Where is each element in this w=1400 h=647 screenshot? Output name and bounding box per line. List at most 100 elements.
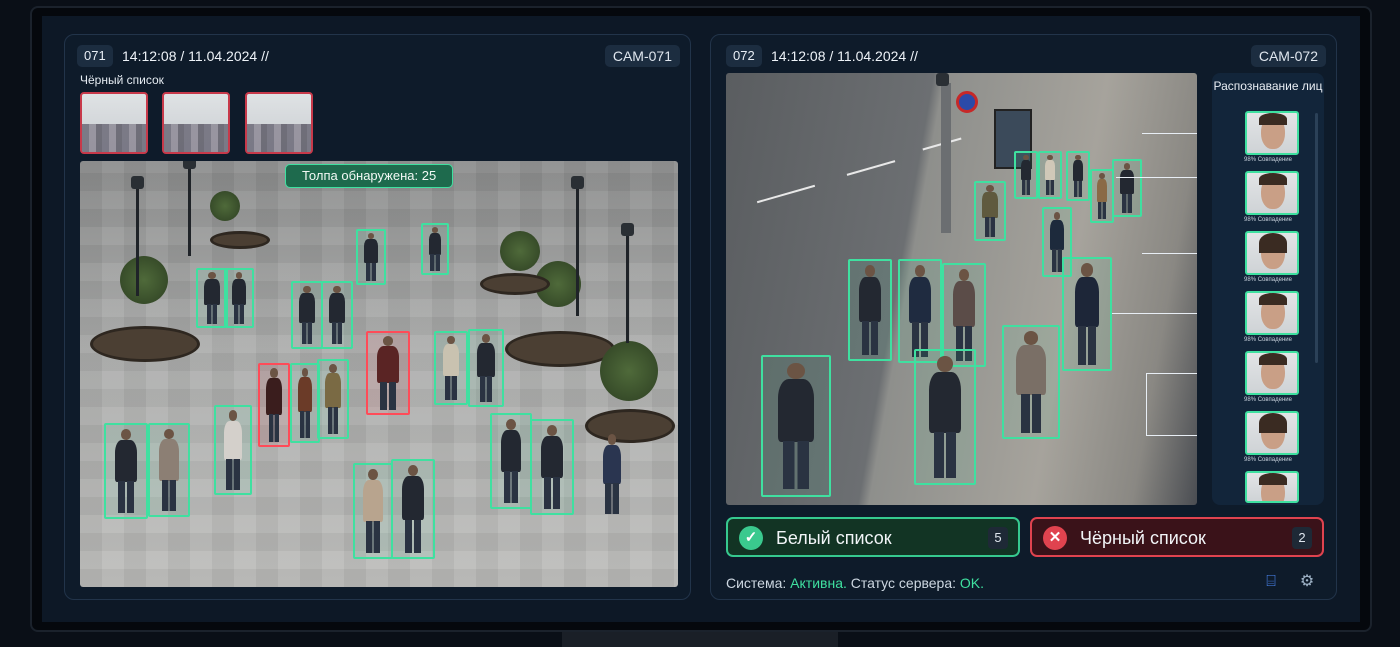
match-percent: 98% Совпадение bbox=[1244, 217, 1292, 223]
detection-box[interactable] bbox=[391, 459, 435, 559]
whitelist-button[interactable]: ✓ Белый список 5 bbox=[726, 517, 1020, 557]
server-value: OK. bbox=[959, 575, 985, 591]
matched-face-5[interactable] bbox=[1245, 351, 1299, 395]
lamppost bbox=[183, 161, 196, 256]
detection-box[interactable] bbox=[356, 229, 386, 285]
matched-face-4[interactable] bbox=[1245, 291, 1299, 335]
detection-box[interactable] bbox=[353, 463, 393, 559]
tree bbox=[600, 341, 658, 401]
face-recognition-panel: Распознавание лиц 98% Совпадение 98% Сов… bbox=[1212, 73, 1324, 505]
road-marking bbox=[846, 160, 896, 176]
bench bbox=[480, 273, 550, 295]
alert-detection-box[interactable] bbox=[258, 363, 290, 447]
detection-box[interactable] bbox=[1112, 159, 1142, 217]
lamppost bbox=[571, 176, 584, 316]
check-icon: ✓ bbox=[739, 526, 763, 550]
untracked-pedestrian bbox=[595, 431, 629, 517]
whitelist-count: 5 bbox=[988, 527, 1008, 549]
alert-detection-box[interactable] bbox=[366, 331, 410, 415]
cam-id-badge: 072 bbox=[726, 45, 762, 67]
match-percent: 98% Совпадение bbox=[1244, 337, 1292, 343]
blacklist-face-2[interactable] bbox=[162, 92, 230, 154]
detection-box[interactable] bbox=[317, 359, 349, 439]
bench bbox=[505, 331, 615, 367]
match-link-line bbox=[1146, 373, 1197, 374]
match-link-line bbox=[1142, 253, 1197, 254]
system-label: Система: bbox=[726, 575, 787, 591]
matched-face-1[interactable] bbox=[1245, 111, 1299, 155]
match-link-line bbox=[1116, 177, 1197, 178]
lamppost bbox=[131, 176, 144, 296]
no-parking-sign bbox=[956, 91, 978, 113]
face-list-scrollbar[interactable] bbox=[1315, 113, 1318, 363]
detection-box[interactable] bbox=[848, 259, 892, 361]
matched-face-2[interactable] bbox=[1245, 171, 1299, 215]
detection-box[interactable] bbox=[321, 281, 353, 349]
camera-feed-071[interactable]: Толпа обнаружена: 25 bbox=[80, 161, 678, 587]
blacklist-count: 2 bbox=[1292, 527, 1312, 549]
blacklist-face-3[interactable] bbox=[245, 92, 313, 154]
system-value: Активна. bbox=[790, 575, 847, 591]
cam-name-badge: CAM-072 bbox=[1250, 45, 1326, 67]
crowd-detected-badge: Толпа обнаружена: 25 bbox=[285, 164, 454, 188]
match-percent: 98% Совпадение bbox=[1244, 157, 1292, 163]
camera-panel-071: 071 14:12:08 / 11.04.2024 // CAM-071 Чёр… bbox=[64, 34, 691, 600]
match-link-line bbox=[1112, 313, 1197, 314]
match-link-line bbox=[1146, 373, 1147, 435]
blacklist-face-1[interactable] bbox=[80, 92, 148, 154]
screen: 071 14:12:08 / 11.04.2024 // CAM-071 Чёр… bbox=[42, 16, 1360, 622]
detection-box[interactable] bbox=[914, 349, 976, 485]
gear-icon[interactable]: ⚙ bbox=[1296, 571, 1318, 593]
blacklist-button-label: Чёрный список bbox=[1080, 528, 1206, 548]
whitelist-label: Белый список bbox=[776, 528, 892, 548]
detection-box[interactable] bbox=[974, 181, 1006, 241]
camera-icon[interactable]: ⌸ bbox=[1260, 571, 1282, 593]
matched-face-7[interactable] bbox=[1245, 471, 1299, 503]
detection-box[interactable] bbox=[468, 329, 504, 407]
camera-feed-072[interactable] bbox=[726, 73, 1197, 505]
lamppost bbox=[621, 223, 634, 343]
detection-box[interactable] bbox=[1014, 151, 1038, 199]
match-percent: 98% Совпадение bbox=[1244, 397, 1292, 403]
detection-box[interactable] bbox=[530, 419, 574, 515]
server-label: Статус сервера: bbox=[850, 575, 957, 591]
monitor-stand bbox=[562, 632, 838, 647]
detection-box[interactable] bbox=[1090, 169, 1114, 223]
detection-box[interactable] bbox=[1066, 151, 1090, 201]
matched-face-3[interactable] bbox=[1245, 231, 1299, 275]
tree bbox=[210, 191, 240, 221]
detection-box[interactable] bbox=[490, 413, 532, 509]
detection-box[interactable] bbox=[224, 268, 254, 328]
bench bbox=[90, 326, 200, 362]
detection-box[interactable] bbox=[898, 259, 942, 363]
match-link-line bbox=[1146, 435, 1197, 436]
detection-box[interactable] bbox=[1062, 257, 1112, 371]
detection-box[interactable] bbox=[434, 331, 468, 405]
road-marking bbox=[756, 184, 816, 204]
street-pole bbox=[936, 73, 951, 233]
detection-box[interactable] bbox=[104, 423, 148, 519]
detection-box[interactable] bbox=[761, 355, 831, 497]
matched-face-6[interactable] bbox=[1245, 411, 1299, 455]
face-recognition-title: Распознавание лиц bbox=[1213, 79, 1323, 93]
match-percent: 98% Совпадение bbox=[1244, 457, 1292, 463]
x-icon: ✕ bbox=[1043, 526, 1067, 550]
timestamp: 14:12:08 / 11.04.2024 // bbox=[771, 48, 918, 64]
tree bbox=[120, 256, 168, 304]
blacklist-button[interactable]: ✕ Чёрный список 2 bbox=[1030, 517, 1324, 557]
tree bbox=[500, 231, 540, 271]
detection-box[interactable] bbox=[291, 281, 323, 349]
timestamp: 14:12:08 / 11.04.2024 // bbox=[122, 48, 269, 64]
cam-name-badge: CAM-071 bbox=[604, 45, 680, 67]
blacklist-label: Чёрный список bbox=[80, 73, 164, 87]
system-status: Система: Активна. Статус сервера: OK. bbox=[726, 575, 984, 591]
detection-box[interactable] bbox=[1002, 325, 1060, 439]
camera-panel-072: 072 14:12:08 / 11.04.2024 // CAM-072 Рас… bbox=[710, 34, 1337, 600]
detection-box[interactable] bbox=[421, 223, 449, 275]
detection-box[interactable] bbox=[290, 363, 320, 443]
detection-box[interactable] bbox=[148, 423, 190, 517]
detection-box[interactable] bbox=[214, 405, 252, 495]
bench bbox=[210, 231, 270, 249]
detection-box[interactable] bbox=[1038, 151, 1062, 199]
match-link-line bbox=[1142, 133, 1197, 134]
